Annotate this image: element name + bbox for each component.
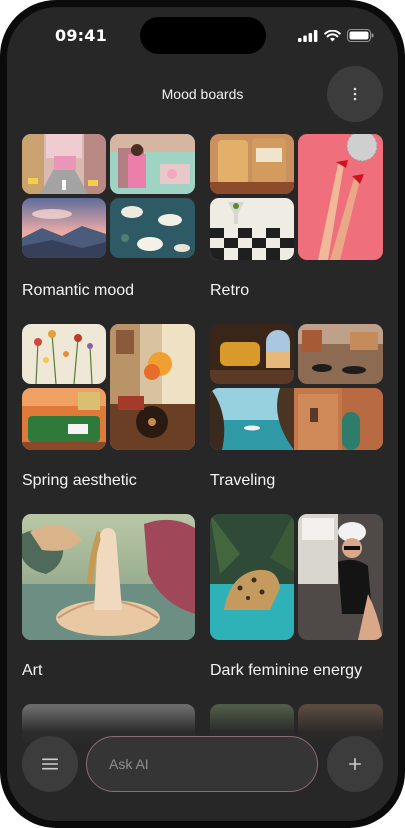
- board-image: [298, 134, 383, 260]
- board-dark-feminine-energy[interactable]: Dark feminine energy: [210, 514, 383, 684]
- board-title: Retro: [210, 282, 250, 299]
- board-image: [298, 514, 383, 640]
- signal-icon: [298, 29, 318, 42]
- add-button[interactable]: [327, 736, 383, 792]
- board-romantic-mood[interactable]: Romantic mood: [22, 134, 195, 304]
- ask-ai-input[interactable]: [107, 755, 301, 773]
- board-title: Traveling: [210, 472, 276, 489]
- board-image: [110, 324, 195, 450]
- board-art[interactable]: Art: [22, 514, 195, 684]
- board-image: [110, 134, 195, 194]
- menu-button[interactable]: [22, 736, 78, 792]
- dynamic-island: [140, 17, 266, 54]
- board-spring-aesthetic[interactable]: Spring aesthetic: [22, 324, 195, 494]
- board-title: Spring aesthetic: [22, 472, 137, 489]
- app-screen: 09:41 Mood boards Romantic mood Retro Sp…: [7, 7, 398, 821]
- board-image: [210, 134, 294, 194]
- more-options-button[interactable]: [327, 66, 383, 122]
- more-vertical-icon: [353, 87, 357, 101]
- status-time: 09:41: [55, 26, 107, 45]
- board-image: [22, 388, 106, 450]
- board-image: [210, 388, 383, 450]
- plus-icon: [349, 758, 361, 770]
- board-image: [298, 324, 383, 384]
- status-icons: [298, 29, 374, 42]
- board-image: [22, 198, 106, 258]
- board-image: [22, 134, 106, 194]
- menu-icon: [42, 758, 58, 770]
- board-image: [110, 198, 195, 258]
- board-title: Dark feminine energy: [210, 662, 363, 679]
- phone-frame: 09:41 Mood boards Romantic mood Retro Sp…: [0, 0, 405, 828]
- wifi-icon: [324, 29, 341, 41]
- board-image: [210, 514, 294, 640]
- board-image: [22, 324, 106, 384]
- board-title: Art: [22, 662, 43, 679]
- ask-ai-field[interactable]: [86, 736, 318, 792]
- board-traveling[interactable]: Traveling: [210, 324, 383, 494]
- board-retro[interactable]: Retro: [210, 134, 383, 304]
- battery-icon: [347, 29, 374, 42]
- board-title: Romantic mood: [22, 282, 135, 299]
- board-image: [210, 324, 294, 384]
- board-image: [22, 514, 195, 640]
- board-image: [210, 198, 294, 260]
